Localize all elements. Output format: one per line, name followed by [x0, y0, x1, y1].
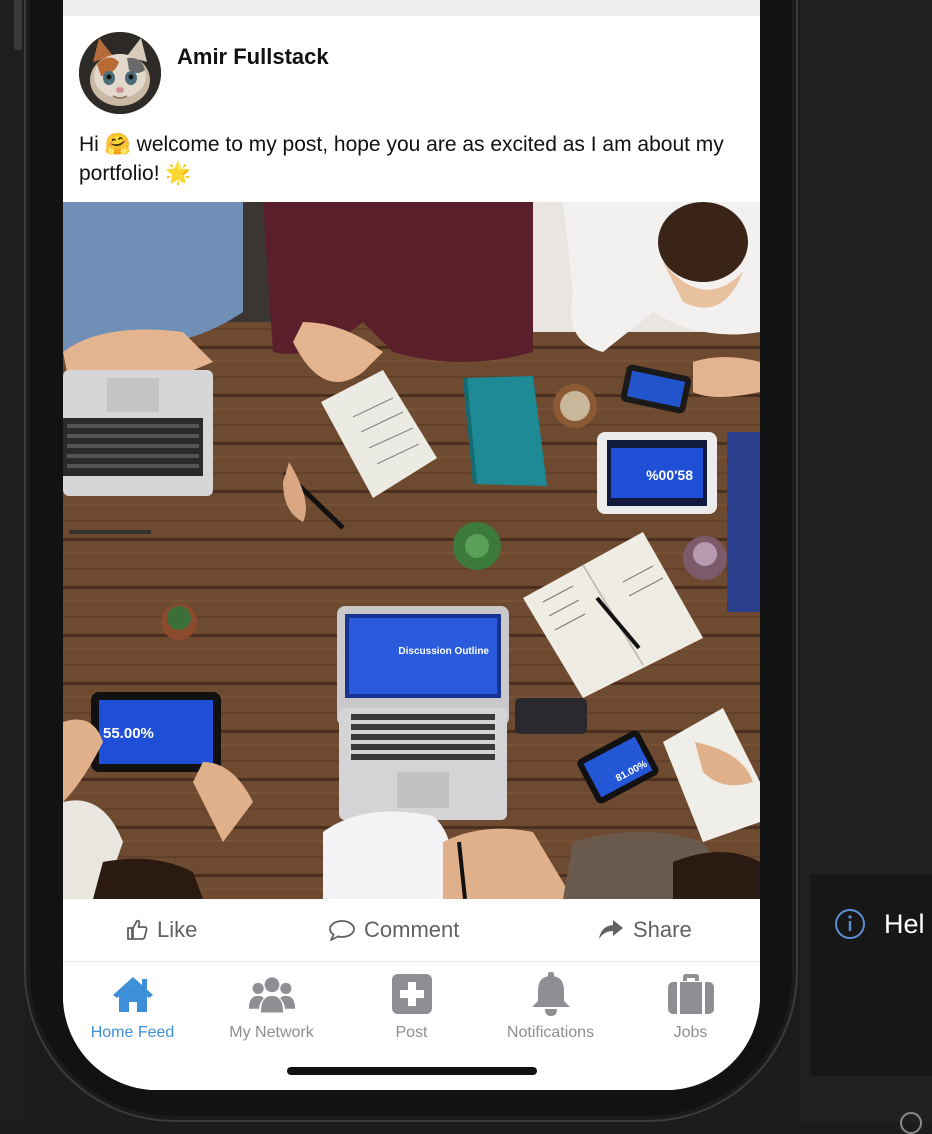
plus-square-icon — [388, 970, 436, 1018]
home-indicator[interactable] — [287, 1067, 537, 1075]
tablet-right-text: %00'58 — [646, 467, 693, 483]
share-label: Share — [633, 917, 692, 942]
tab-post[interactable]: Post — [342, 970, 481, 1042]
toast-text: Hel — [884, 909, 925, 939]
laptop-screen-text: Discussion Outline — [398, 646, 489, 657]
tab-notifications[interactable]: Notifications — [481, 970, 620, 1042]
post-image[interactable]: %00'58 Discussion Outline 55.00% 81.00% — [63, 202, 760, 899]
tab-jobs[interactable]: Jobs — [621, 970, 760, 1042]
info-icon — [835, 909, 865, 939]
tab-jobs-label: Jobs — [673, 1024, 708, 1041]
previous-post-edge — [63, 0, 760, 16]
toast-panel: Hel — [810, 874, 932, 1076]
share-button[interactable]: Share — [597, 914, 692, 946]
meeting-table-illustration: %00'58 Discussion Outline 55.00% 81.00% — [63, 202, 760, 899]
bell-icon — [527, 970, 575, 1018]
briefcase-icon — [667, 970, 715, 1018]
people-icon — [248, 970, 296, 1018]
post-text-hi: Hi — [79, 133, 105, 156]
phone-screen: Amir Fullstack Hi 🤗 welcome to my post, … — [63, 0, 760, 1090]
kitten-avatar-image — [79, 32, 161, 114]
comment-icon — [329, 920, 355, 941]
tab-post-label: Post — [395, 1024, 428, 1041]
tab-my-network[interactable]: My Network — [202, 970, 341, 1042]
like-button[interactable]: Like — [125, 914, 197, 946]
post-text: Hi 🤗 welcome to my post, hope you are as… — [79, 130, 739, 188]
author-name[interactable]: Amir Fullstack — [177, 44, 329, 70]
star-emoji: 🌟 — [165, 161, 192, 185]
window-edge-mark — [14, 0, 22, 50]
like-label: Like — [157, 917, 198, 942]
share-icon — [599, 920, 623, 939]
comment-label: Comment — [364, 917, 460, 942]
tab-home-feed-label: Home Feed — [90, 1024, 175, 1041]
hug-emoji: 🤗 — [104, 132, 131, 156]
comment-button[interactable]: Comment — [328, 914, 459, 946]
avatar[interactable] — [79, 32, 161, 114]
post-actions: Like Comment Share — [63, 899, 760, 962]
home-icon — [109, 970, 157, 1018]
corner-indicator — [900, 1112, 922, 1134]
tablet-left-text: 55.00% — [103, 725, 154, 742]
tab-home-feed[interactable]: Home Feed — [63, 970, 202, 1042]
tab-my-network-label: My Network — [229, 1024, 314, 1041]
thumbs-up-icon — [127, 919, 148, 940]
left-background — [0, 0, 26, 1122]
tab-notifications-label: Notifications — [506, 1024, 595, 1041]
